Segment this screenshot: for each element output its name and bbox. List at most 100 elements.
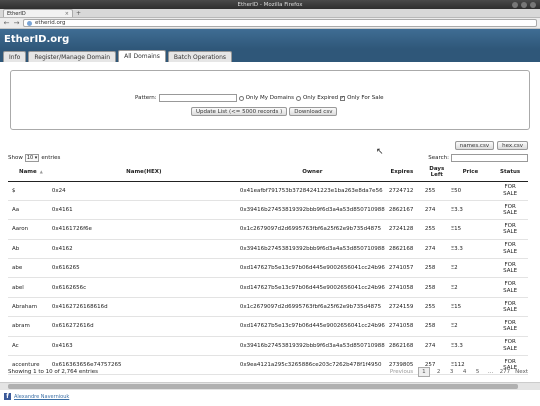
header-hex[interactable]: Name(HEX) [49, 163, 238, 182]
cell-days-left: 255 [416, 181, 449, 201]
page-1-button[interactable]: 1 [418, 367, 430, 377]
cell-status: FOR SALE [492, 258, 528, 279]
table-row[interactable]: abram 0x616272616d 0xd147627b5e13c97b06d44… [8, 316, 528, 337]
cell-name: abram [8, 316, 50, 337]
previous-page-button[interactable]: Previous [390, 369, 413, 375]
globe-icon [27, 20, 32, 26]
csv-buttons: names.csv hex.csv [454, 141, 528, 150]
header-name-label: Name [18, 168, 37, 175]
cell-status: FOR SALE [492, 297, 528, 318]
entries-label: entries [41, 155, 61, 161]
only-for-sale-checkbox[interactable]: ✓ [340, 95, 346, 101]
status-line-1: FOR [504, 242, 516, 249]
download-csv-button[interactable]: Download csv [289, 107, 338, 116]
table-row[interactable]: Ab 0x4162 0x39416b27453819392bbb9f6d3a4a53… [8, 239, 528, 260]
header-status[interactable]: Status [492, 163, 528, 182]
cell-days-left: 258 [416, 316, 449, 337]
next-page-button[interactable]: Next [515, 369, 528, 375]
only-for-sale-label: Only For Sale [347, 95, 384, 101]
new-tab-icon[interactable]: + [76, 10, 81, 17]
table-row[interactable]: Ac 0x4163 0x39416b27453819392bbb9f6d3a4a53… [8, 336, 528, 357]
status-line-1: FOR [504, 319, 516, 326]
header-name[interactable]: Name ▲ [8, 163, 50, 182]
table-row[interactable]: abel 0x6162656c 0xd147627b5e13c97b06d445e9… [8, 277, 528, 298]
status-line-1: FOR [504, 184, 516, 191]
header-days-left[interactable]: Days Left [416, 163, 449, 182]
cell-status: FOR SALE [492, 239, 528, 260]
close-tab-icon[interactable]: × [65, 11, 69, 17]
tab-all-domains[interactable]: All Domains [118, 50, 166, 62]
hex-csv-button[interactable]: hex.csv [497, 141, 528, 150]
header-price[interactable]: Price [448, 163, 493, 182]
url-bar[interactable]: etherid.org [23, 19, 537, 27]
header-expires[interactable]: Expires [386, 163, 417, 182]
table-row[interactable]: Aaron 0x4161726f6e 0x1c2679097d2d6995763fb… [8, 219, 528, 240]
forward-icon[interactable]: → [13, 19, 20, 27]
status-line-2: SALE [503, 307, 518, 314]
facebook-icon[interactable]: f [4, 393, 11, 400]
horizontal-scrollbar[interactable] [0, 382, 540, 390]
page-4-button[interactable]: 4 [461, 369, 469, 375]
pagination-info: Showing 1 to 10 of 2,764 entries [8, 369, 98, 375]
only-my-domains-checkbox[interactable] [238, 95, 244, 101]
price-value: 15 [454, 226, 462, 233]
entries-select[interactable]: 10 ▾ [24, 154, 40, 162]
names-csv-button[interactable]: names.csv [454, 141, 495, 150]
browser-tab-label: EtherID [7, 10, 26, 17]
table-header-row: Name ▲ Name(HEX) Owner Expires Days Left … [8, 163, 528, 182]
table-row[interactable]: Aa 0x4161 0x39416b27453819392bbb9f6d3a4a53… [8, 200, 528, 221]
browser-tab[interactable]: EtherID × [3, 9, 73, 17]
page-3-button[interactable]: 3 [448, 369, 456, 375]
cell-name: Aa [8, 200, 50, 221]
page-links: Previous 1 2 3 4 5 … 277 Next [390, 367, 528, 377]
cell-days-left: 255 [416, 219, 449, 240]
cell-name: abel [8, 277, 50, 298]
update-list-button[interactable]: Update List (<= 5000 records ) [191, 107, 288, 116]
pagination: Showing 1 to 10 of 2,764 entries Previou… [8, 366, 528, 378]
cell-price: Ξ50 [448, 181, 493, 201]
cell-expires: 2741057 [386, 258, 417, 279]
cell-price: Ξ2 [448, 316, 493, 337]
back-icon[interactable]: ← [3, 19, 10, 27]
cell-hex: 0x616272616d [49, 316, 238, 337]
header-owner[interactable]: Owner [237, 163, 387, 182]
cell-price: Ξ3.3 [448, 200, 493, 221]
show-label: Show [8, 155, 23, 161]
cell-expires: 2741058 [386, 316, 417, 337]
pagination-ellipsis: … [487, 369, 494, 375]
mouse-cursor-icon: ↖ [376, 147, 384, 157]
cell-name: Ac [8, 336, 50, 357]
cell-expires: 2724128 [386, 219, 417, 240]
page-2-button[interactable]: 2 [435, 369, 443, 375]
site-logo[interactable]: EtherID.org [4, 34, 69, 45]
only-expired-label: Only Expired [302, 95, 339, 101]
status-line-1: FOR [504, 222, 516, 229]
status-line-2: SALE [503, 229, 518, 236]
tab-batch-operations[interactable]: Batch Operations [167, 51, 233, 62]
status-line-2: SALE [503, 268, 518, 275]
pattern-input[interactable] [158, 94, 237, 102]
table-row[interactable]: Abraham 0x4162726168616d 0x1c2679097d2d699… [8, 297, 528, 318]
cell-owner: 0x39416b27453819392bbb9f6d3a4a53d8507109… [237, 336, 387, 357]
table-row[interactable]: $0x24 0x41eafbf791753b37284241223e1ba263e… [8, 181, 528, 201]
status-line-2: SALE [503, 326, 518, 333]
search-input[interactable] [451, 154, 528, 162]
only-expired-checkbox[interactable] [295, 95, 301, 101]
price-value: 3.3 [454, 207, 463, 214]
page-last-button[interactable]: 277 [500, 369, 511, 375]
cell-price: Ξ2 [448, 258, 493, 279]
cell-expires: 2741058 [386, 277, 417, 298]
cell-name: Ab [8, 239, 50, 260]
price-value: 2 [454, 323, 458, 330]
minimize-icon[interactable] [512, 1, 518, 8]
table-row[interactable]: abe 0x616265 0xd147627b5e13c97b06d445e9002… [8, 258, 528, 279]
page-5-button[interactable]: 5 [474, 369, 482, 375]
price-value: 2 [454, 284, 458, 291]
author-link[interactable]: Alexandre Naverniouk [14, 394, 69, 400]
tab-register-manage[interactable]: Register/Manage Domain [28, 51, 117, 62]
scrollbar-thumb[interactable] [8, 384, 518, 389]
cell-hex: 0x6162656c [49, 277, 238, 298]
close-window-icon[interactable] [530, 1, 536, 8]
tab-info[interactable]: Info [3, 51, 27, 62]
maximize-icon[interactable] [521, 1, 527, 8]
